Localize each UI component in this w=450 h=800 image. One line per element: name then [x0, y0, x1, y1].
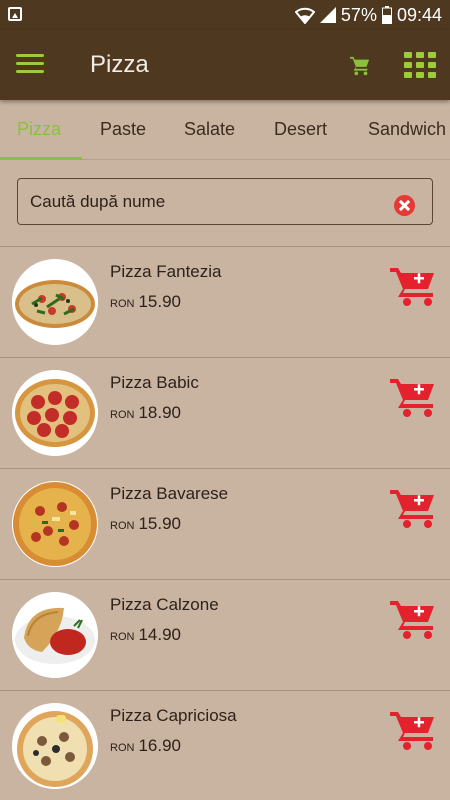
list-item[interactable]: Pizza Bavarese RON 15.90 — [0, 468, 450, 579]
page-title: Pizza — [90, 51, 149, 78]
tab-paste[interactable]: Paste — [100, 119, 146, 140]
price-value: 16.90 — [138, 736, 181, 755]
add-to-cart-icon[interactable] — [390, 376, 438, 418]
shopping-cart-icon[interactable] — [349, 55, 371, 77]
app-bar: Pizza — [0, 30, 450, 100]
search-box — [17, 178, 433, 225]
product-name: Pizza Bavarese — [110, 484, 229, 503]
add-to-cart-icon[interactable] — [390, 487, 438, 529]
product-price: RON 16.90 — [110, 736, 181, 756]
product-price: RON 18.90 — [110, 403, 181, 423]
battery-percent: 57% — [340, 4, 377, 25]
clock: 09:44 — [396, 4, 442, 25]
product-image — [12, 703, 98, 789]
hamburger-menu-icon[interactable] — [16, 54, 44, 76]
product-image — [12, 370, 98, 456]
currency-label: RON — [110, 742, 135, 754]
product-name: Pizza Fantezia — [110, 262, 222, 281]
active-tab-indicator — [0, 157, 82, 160]
list-item[interactable]: Pizza Capriciosa RON 16.90 — [0, 690, 450, 800]
price-value: 14.90 — [138, 625, 181, 644]
product-name: Pizza Capriciosa — [110, 706, 237, 725]
signal-icon — [319, 7, 336, 23]
currency-label: RON — [110, 298, 135, 310]
list-item[interactable]: Pizza Calzone RON 14.90 — [0, 579, 450, 690]
add-to-cart-icon[interactable] — [390, 265, 438, 307]
list-item[interactable]: Pizza Fantezia RON 15.90 — [0, 246, 450, 357]
wifi-icon — [294, 6, 315, 24]
price-value: 15.90 — [138, 514, 181, 533]
battery-icon — [381, 6, 392, 24]
product-image — [12, 259, 98, 345]
status-indicators: 57% 09:44 — [294, 4, 442, 26]
grid-view-icon[interactable] — [404, 52, 436, 78]
product-price: RON 15.90 — [110, 514, 181, 534]
product-image — [12, 481, 98, 567]
category-tabs: Pizza Paste Salate Desert Sandwich — [0, 100, 450, 160]
tab-pizza[interactable]: Pizza — [17, 119, 61, 140]
clear-search-icon[interactable] — [394, 195, 415, 216]
add-to-cart-icon[interactable] — [390, 709, 438, 751]
product-name: Pizza Calzone — [110, 595, 219, 614]
product-image — [12, 592, 98, 678]
currency-label: RON — [110, 631, 135, 643]
product-name: Pizza Babic — [110, 373, 199, 392]
product-price: RON 15.90 — [110, 292, 181, 312]
currency-label: RON — [110, 409, 135, 421]
search-input[interactable] — [30, 189, 390, 215]
status-bar: 57% 09:44 — [0, 0, 450, 30]
tab-desert[interactable]: Desert — [274, 119, 327, 140]
price-value: 15.90 — [138, 292, 181, 311]
add-to-cart-icon[interactable] — [390, 598, 438, 640]
currency-label: RON — [110, 520, 135, 532]
list-item[interactable]: Pizza Babic RON 18.90 — [0, 357, 450, 468]
gallery-notification-icon — [8, 7, 22, 21]
tab-sandwich[interactable]: Sandwich — [368, 119, 446, 140]
tab-salate[interactable]: Salate — [184, 119, 235, 140]
product-price: RON 14.90 — [110, 625, 181, 645]
price-value: 18.90 — [138, 403, 181, 422]
